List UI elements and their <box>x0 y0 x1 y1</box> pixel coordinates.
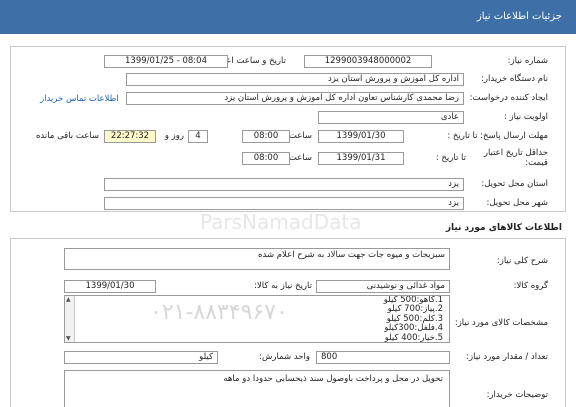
city-label: شهر محل تحویل: <box>486 198 548 208</box>
need-date-field: 1399/01/30 <box>64 280 156 293</box>
validity-time-label: ساعت <box>288 153 312 163</box>
priority-label: اولویت نیاز : <box>503 112 548 122</box>
priority-field: عادی <box>318 111 464 124</box>
goods-section-title: اطلاعات کالاهای مورد نیاز <box>445 223 562 233</box>
scroll-up-icon[interactable]: ▲ <box>66 296 71 303</box>
summary-field: سبزیجات و میوه جات جهت سالاد به شرح اعلا… <box>64 248 450 270</box>
validity-time-field: 08:00 <box>242 152 290 165</box>
remaining-time-field: 22:27:32 <box>104 130 156 143</box>
announce-field: 1399/01/25 - 08:04 <box>104 55 228 68</box>
buyer-field: اداره کل آموزش و پرورش استان یزد <box>126 73 464 86</box>
header-bar: جزئیات اطلاعات نیاز <box>0 0 576 34</box>
days-label: روز و <box>164 131 184 141</box>
group-label: گروه کالا: <box>513 281 548 291</box>
unit-field: کیلو <box>64 351 218 364</box>
validity-date-field: 1399/01/31 <box>318 152 404 165</box>
days-remaining-field: 4 <box>188 130 208 143</box>
remaining-time-label: ساعت باقی مانده <box>35 131 99 141</box>
unit-label: واحد شمارش: <box>259 352 310 362</box>
city-field: یزد <box>104 197 464 210</box>
deadline-time-field: 08:00 <box>242 130 290 143</box>
validity-label: حداقل تاریخ اعتبار <box>483 148 548 158</box>
specs-scrollbar[interactable]: ▲ ▼ <box>65 296 75 342</box>
qty-label: تعداد / مقدار مورد نیاز: <box>466 352 548 362</box>
creator-field: رضا محمدی کارشناس تعاون اداره کل آموزش و… <box>126 92 464 105</box>
validity-until-label: تا تاریخ : <box>435 153 466 163</box>
specs-label: مشخصات کالای مورد نیاز: <box>454 318 548 328</box>
summary-label: شرح کلی نیاز: <box>496 256 548 266</box>
buyer-description-field: تحویل در محل و پرداخت باوصول سند ذیحسابی… <box>64 370 450 407</box>
need-number-field: 1299003948000002 <box>304 55 432 68</box>
group-field: مواد غذائی و نوشیدنی <box>316 280 450 293</box>
watermark-logo: ParsNamadData <box>200 210 362 234</box>
validity-label-2: قیمت: <box>525 158 548 168</box>
scroll-down-icon[interactable]: ▼ <box>66 335 71 342</box>
desc-label: توضیحات خریدار: <box>486 390 548 400</box>
page-title: جزئیات اطلاعات نیاز <box>476 11 562 22</box>
province-label: استان محل تحویل: <box>481 179 548 189</box>
qty-field: 800 <box>316 351 450 364</box>
deadline-date-field: 1399/01/30 <box>318 130 404 143</box>
need-date-label: تاریخ نیاز به کالا: <box>254 281 312 291</box>
creator-label: ایجاد کننده درخواست: <box>469 93 548 103</box>
buyer-contact-link[interactable]: اطلاعات تماس خریدار <box>40 94 119 104</box>
province-field: یزد <box>104 178 464 191</box>
need-number-label: شماره نیاز: <box>507 56 548 66</box>
specs-listbox[interactable]: 1.کاهو:500 کیلو 2.پیاز:700 کیلو 3.کلم:50… <box>64 295 450 343</box>
list-item: 5.خیار:400 کیلو <box>384 332 443 343</box>
deadline-time-label: ساعت <box>288 131 312 141</box>
deadline-label: مهلت ارسال پاسخ: تا تاریخ : <box>447 131 548 141</box>
buyer-label: نام دستگاه خریدار: <box>481 74 548 84</box>
